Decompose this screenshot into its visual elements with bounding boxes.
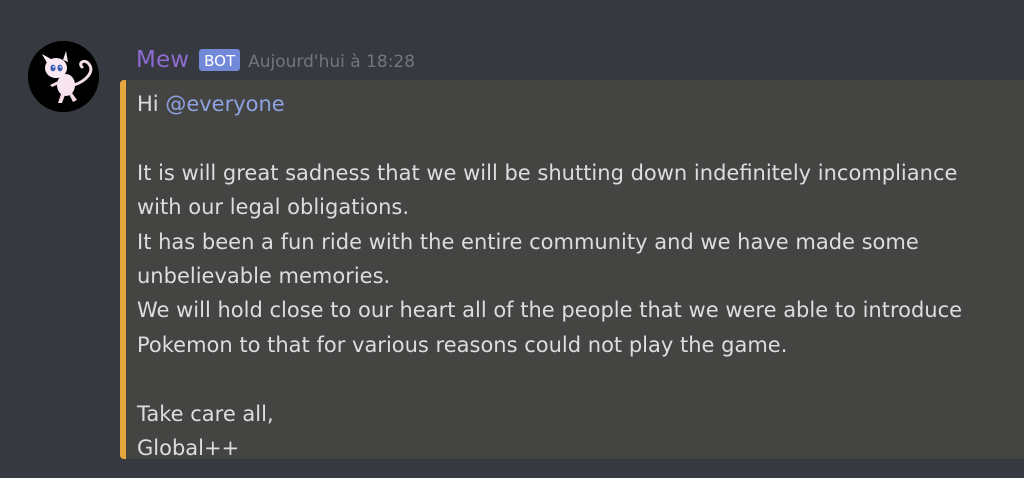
embed-line <box>137 362 1017 396</box>
avatar[interactable] <box>28 41 99 112</box>
embed-line: We will hold close to our heart all of t… <box>137 298 963 323</box>
message-embed: Hi @everyone It is will great sadness th… <box>120 80 1024 460</box>
embed-line: Take care all, <box>137 401 274 426</box>
embed-line: Global++ <box>137 435 240 460</box>
embed-line: It has been a fun ride with the entire c… <box>137 229 919 254</box>
everyone-mention[interactable]: @everyone <box>165 92 284 116</box>
embed-line: unbelievable memories. <box>137 263 391 288</box>
embed-line: with our legal obligations. <box>137 195 410 220</box>
bot-tag-badge: BOT <box>199 49 241 71</box>
mew-avatar-icon <box>28 41 99 112</box>
author-name[interactable]: Mew <box>136 47 189 73</box>
embed-description: Hi @everyone It is will great sadness th… <box>137 87 1017 465</box>
message-header: Mew BOT Aujourd'hui à 18:28 <box>136 44 415 76</box>
chat-view: Mew BOT Aujourd'hui à 18:28 Hi @everyone… <box>0 0 1024 478</box>
greeting-line: Hi @everyone <box>137 87 1017 121</box>
embed-line: It is will great sadness that we will be… <box>137 160 958 185</box>
greeting-text: Hi <box>137 92 166 116</box>
message-timestamp[interactable]: Aujourd'hui à 18:28 <box>248 52 415 72</box>
embed-line <box>137 121 1017 155</box>
embed-line: Pokemon to that for various reasons coul… <box>137 332 788 357</box>
previous-message-edge <box>300 0 660 4</box>
